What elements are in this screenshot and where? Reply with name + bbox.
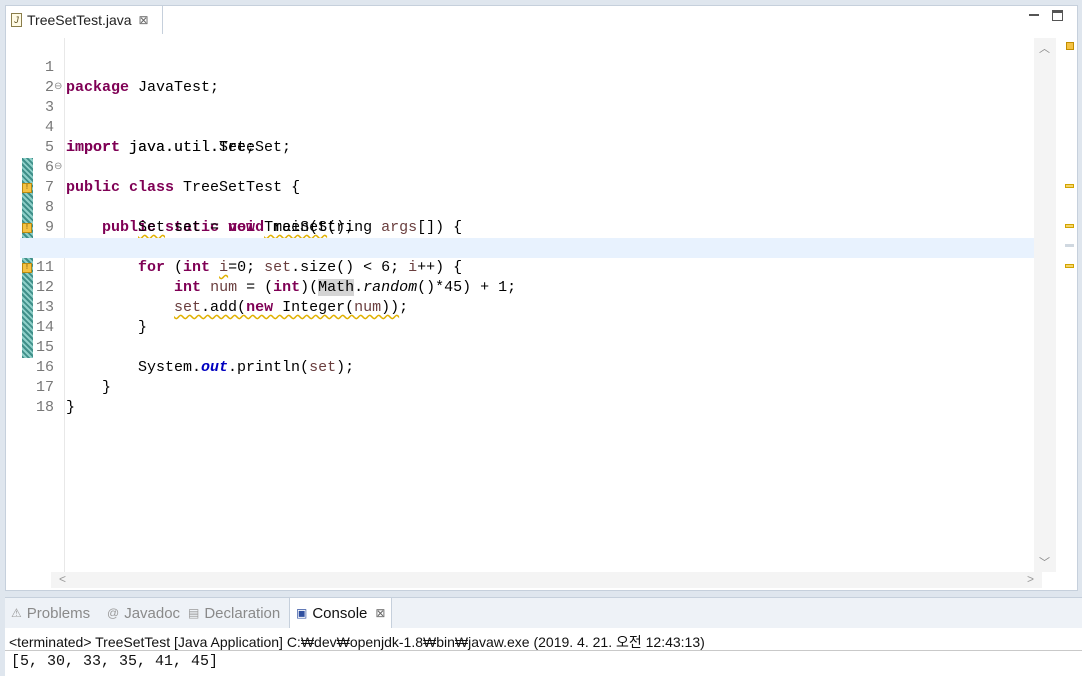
code-line: 2 — [20, 58, 1042, 96]
code-line: 10 for (int i=0; set.size() < 6; i++) { — [20, 218, 1042, 276]
vertical-scrollbar[interactable]: ︿ ﹀ — [1034, 38, 1056, 572]
tab-console-label: Console — [312, 604, 368, 622]
editor-tab-label: TreeSetTest.java — [27, 12, 132, 28]
code-line: 17 } — [20, 358, 1042, 416]
code-line: 9 — [20, 198, 1042, 236]
code-line: 7 ⊖ public static void main(String args[… — [20, 158, 1042, 236]
tab-problems[interactable]: ⚠ Problems — [11, 598, 90, 628]
tab-declaration-label: Declaration — [204, 604, 281, 622]
close-tab-icon[interactable]: ⊠ — [375, 606, 385, 620]
line-number: 18 — [35, 399, 54, 416]
console-status: <terminated> TreeSetTest [Java Applicati… — [9, 634, 705, 650]
code-line: 18 — [20, 378, 1042, 416]
code-line: 15 System.out.println(set); — [20, 318, 1042, 376]
code-line: 6 public class TreeSetTest { — [20, 138, 1042, 196]
tab-declaration[interactable]: ▤ Declaration — [188, 598, 280, 628]
overview-ruler[interactable] — [1063, 34, 1077, 574]
editor-tab-bar: J TreeSetTest.java ⊠ — [6, 6, 1077, 34]
tab-problems-label: Problems — [26, 604, 91, 622]
overview-current-line-marker — [1065, 244, 1074, 247]
console-tab-bar: ⚠ Problems @ Javadoc ▤ Declaration ▣ Con… — [5, 598, 1082, 628]
tab-console[interactable]: ▣ Console ⊠ — [289, 598, 393, 628]
code-line: 16 } — [20, 338, 1042, 396]
close-tab-icon[interactable]: ⊠ — [139, 13, 149, 27]
maximize-icon[interactable] — [1052, 10, 1063, 21]
scroll-left-icon[interactable]: < — [59, 572, 66, 586]
minimize-icon[interactable] — [1028, 10, 1040, 20]
code-line: 13 } — [20, 278, 1042, 336]
scroll-up-icon[interactable]: ︿ — [1039, 40, 1050, 56]
console-pane: ⚠ Problems @ Javadoc ▤ Declaration ▣ Con… — [5, 597, 1082, 676]
editor-pane: J TreeSetTest.java ⊠ ! ! ! 1 package Jav… — [5, 5, 1078, 591]
tab-javadoc-label: Javadoc — [124, 604, 181, 622]
code-line: 12 set.add(new Integer(num)); — [20, 258, 1042, 316]
scroll-down-icon[interactable]: ﹀ — [1039, 554, 1050, 570]
code-line: 8 Set set = new TreeSet(); — [20, 178, 1042, 236]
warning-summary-icon[interactable] — [1066, 42, 1074, 50]
declaration-icon: ▤ — [188, 606, 200, 620]
window-controls — [1028, 10, 1063, 21]
code-editor[interactable]: ! ! ! 1 package JavaTest; 2 3 ⊖ import j… — [20, 38, 1056, 572]
code-line: 4 import java.util.TreeSet; — [20, 98, 1042, 156]
fold-collapse-icon[interactable]: ⊖ — [54, 158, 62, 178]
current-code-line: 11 int num = (int)(Math.random()*45) + 1… — [20, 238, 1042, 296]
horizontal-scrollbar[interactable]: < > — [51, 572, 1042, 588]
scroll-right-icon[interactable]: > — [1027, 572, 1034, 586]
divider — [5, 650, 1082, 651]
java-file-icon: J — [11, 13, 22, 27]
code-line: 3 ⊖ import java.util.Set; — [20, 78, 1042, 156]
overview-warning-marker[interactable] — [1065, 184, 1074, 188]
tab-javadoc[interactable]: @ Javadoc — [107, 598, 180, 628]
code-line: 1 package JavaTest; — [20, 38, 1042, 96]
console-icon: ▣ — [296, 606, 308, 620]
javadoc-icon: @ — [107, 606, 120, 620]
code-line: 14 — [20, 298, 1042, 336]
code-line: 5 — [20, 118, 1042, 156]
console-output[interactable]: [5, 30, 33, 35, 41, 45] — [11, 653, 218, 670]
fold-collapse-icon[interactable]: ⊖ — [54, 78, 62, 98]
problems-icon: ⚠ — [11, 606, 22, 620]
overview-warning-marker[interactable] — [1065, 264, 1074, 268]
editor-tab[interactable]: J TreeSetTest.java ⊠ — [6, 6, 163, 34]
overview-warning-marker[interactable] — [1065, 224, 1074, 228]
